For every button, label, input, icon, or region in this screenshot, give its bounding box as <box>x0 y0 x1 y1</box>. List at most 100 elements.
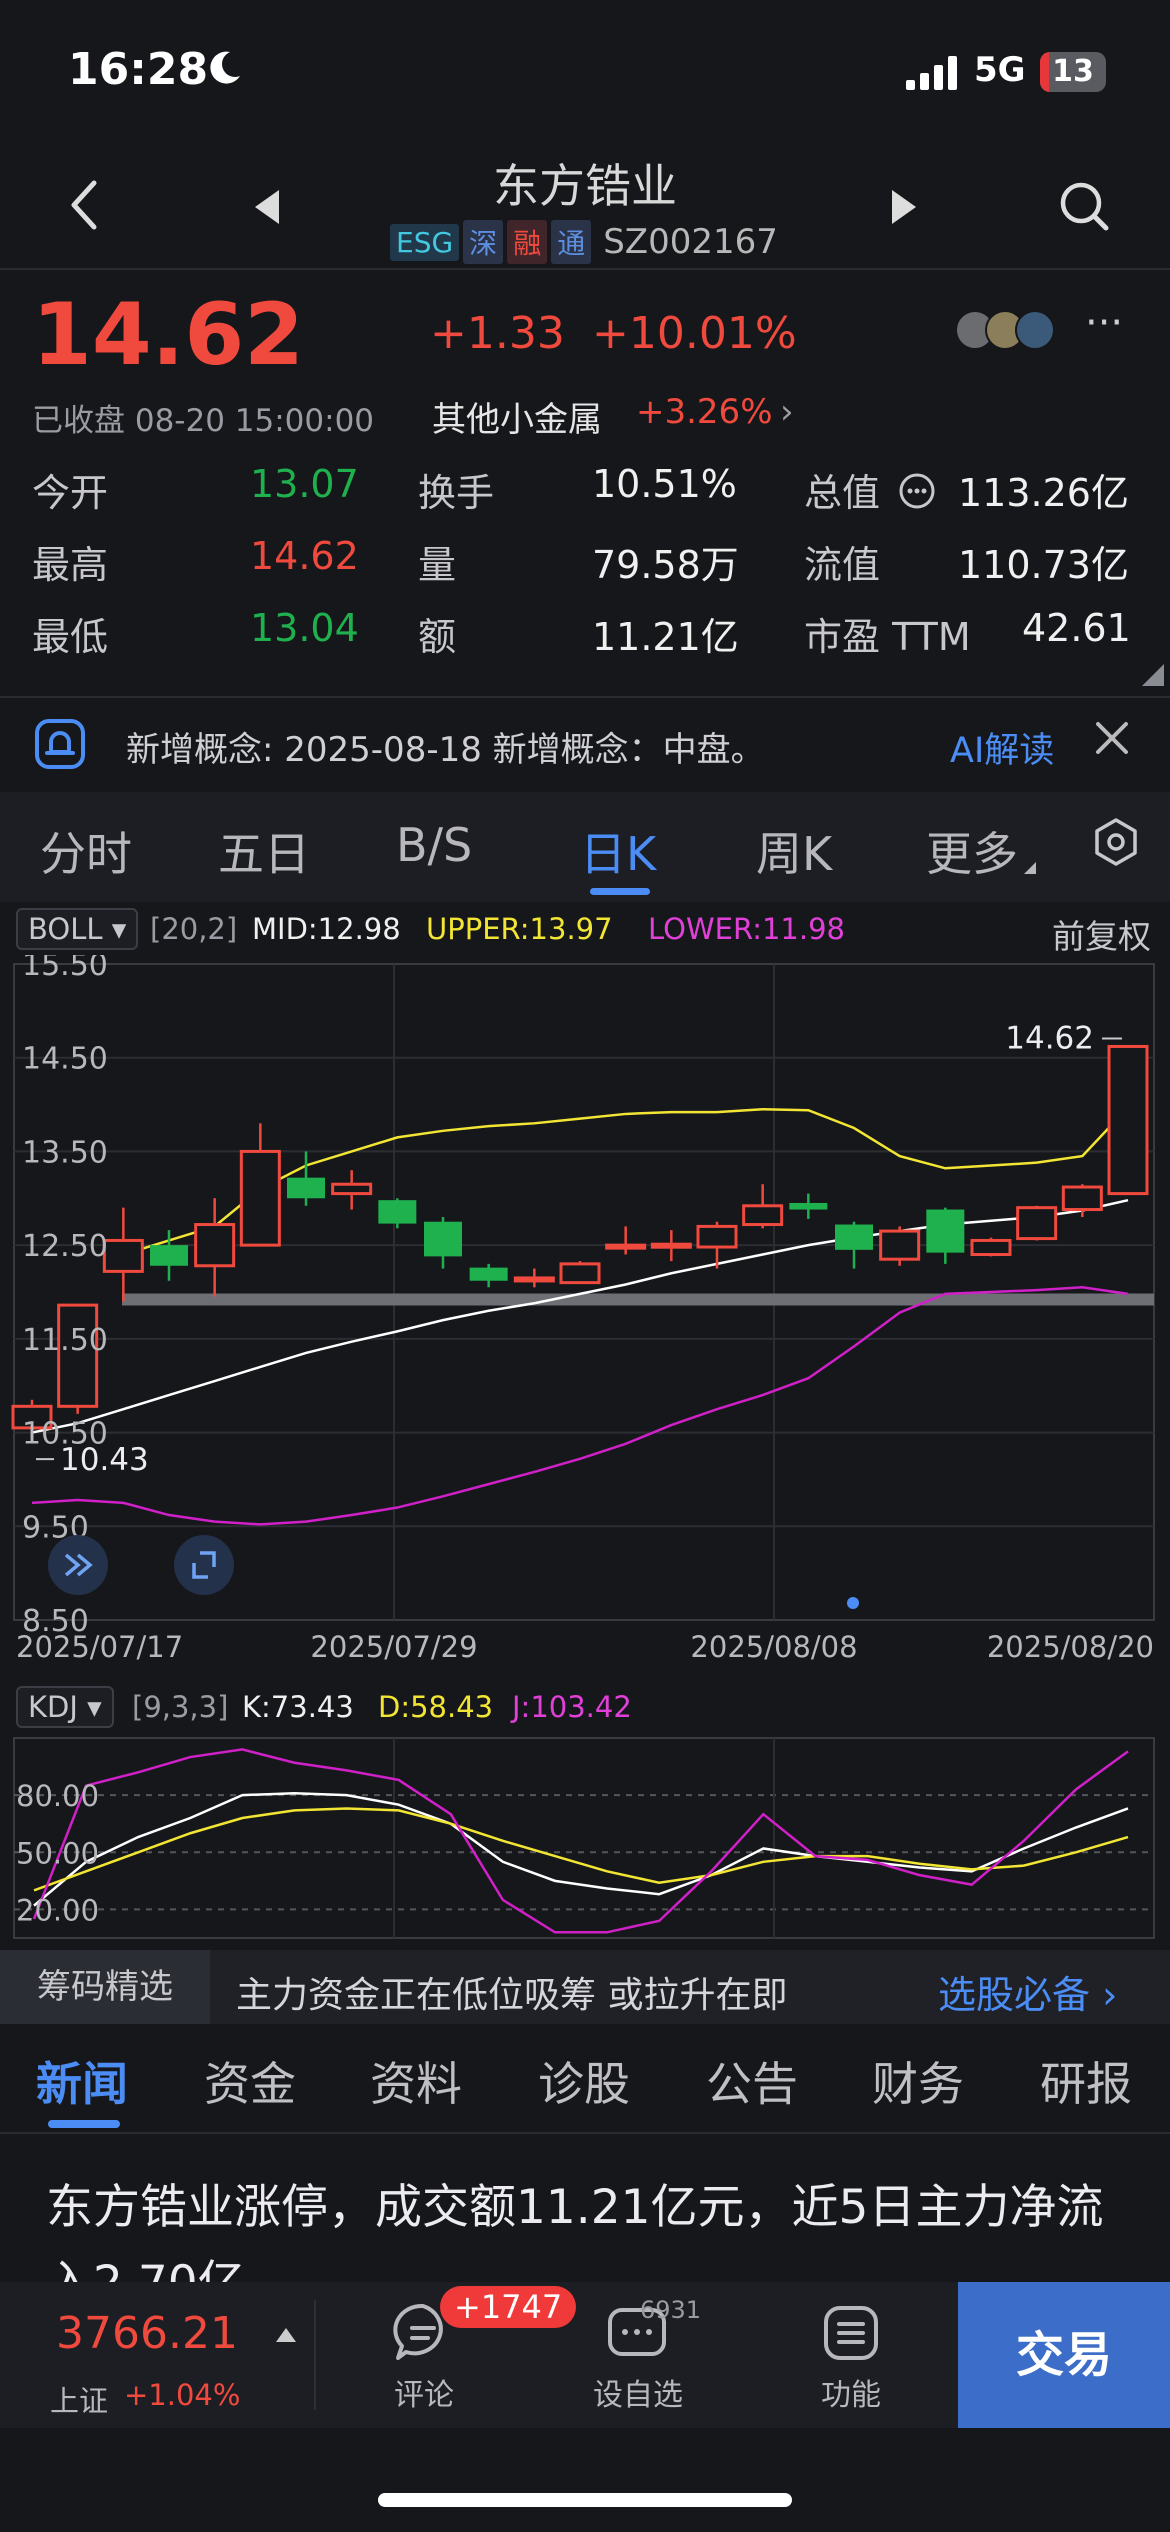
stock-tags: ESG 深 融 通 SZ002167 <box>390 220 778 264</box>
stat-label: 换手 <box>418 471 495 515</box>
news-tab-financials[interactable]: 财务 <box>872 2048 964 2114</box>
header-divider <box>0 268 1170 270</box>
kline-chart[interactable]: 15.5014.5013.5012.5011.5010.509.508.5014… <box>0 955 1170 1665</box>
last-price: 14.62 <box>32 285 305 385</box>
candle-body <box>1016 1206 1058 1241</box>
kdj-chart[interactable]: 80.00 50.00 20.00 <box>0 1730 1170 1940</box>
sector-pct[interactable]: +3.26% <box>636 392 773 432</box>
stat-market-cap: 113.26亿 <box>958 471 1129 515</box>
kdj-line-j <box>32 1748 1129 1934</box>
stat-turnover: 10.51% <box>592 462 737 506</box>
boll-mid: MID:12.98 <box>252 912 401 946</box>
more-icon[interactable]: ··· <box>1085 300 1123 346</box>
stat-low: 13.04 <box>250 606 359 650</box>
boll-params: [20,2] <box>150 912 238 946</box>
tag-tong[interactable]: 通 <box>551 220 592 264</box>
candle-body <box>331 1182 373 1196</box>
indicator-name: KDJ <box>28 1690 78 1724</box>
news-tab-funds[interactable]: 资金 <box>204 2048 296 2114</box>
candle-body <box>1061 1185 1103 1212</box>
toolbar-divider <box>314 2300 316 2410</box>
comment-label[interactable]: 评论 <box>364 2370 484 2414</box>
favorite-label[interactable]: 设自选 <box>578 2370 698 2414</box>
more-triangle-icon <box>1024 862 1036 874</box>
x-axis-label: 2025/07/17 <box>16 1630 183 1664</box>
stat-label: 量 <box>418 543 457 587</box>
candle-body <box>696 1224 738 1249</box>
signal-icon <box>906 56 957 90</box>
candle-body <box>239 1149 281 1247</box>
avatar <box>1015 310 1055 350</box>
news-tab-profile[interactable]: 资料 <box>370 2048 462 2114</box>
close-icon[interactable] <box>1094 720 1130 756</box>
news-tab-announcements[interactable]: 公告 <box>706 2048 798 2114</box>
battery-text: 13 <box>1052 54 1094 89</box>
candle-body <box>287 1177 325 1199</box>
news-tab-research[interactable]: 研报 <box>1040 2048 1132 2114</box>
settings-icon[interactable] <box>1092 818 1140 866</box>
sector-name[interactable]: 其他小金属 <box>432 392 602 441</box>
home-indicator[interactable] <box>378 2493 792 2507</box>
tab-daily-k[interactable]: 日K <box>580 818 656 884</box>
tab-five-day[interactable]: 五日 <box>218 818 310 884</box>
indicator-select-boll[interactable]: BOLL ▾ <box>16 908 139 950</box>
ai-read-button[interactable]: AI解读 <box>950 722 1054 773</box>
stat-float-cap: 110.73亿 <box>958 543 1129 587</box>
news-headline[interactable]: 东方锆业涨停，成交额11.21亿元，近5日主力净流入2.70亿 <box>46 2170 1136 2284</box>
y-tick-label: 12.50 <box>22 1229 108 1264</box>
active-news-tab-indicator <box>48 2120 120 2128</box>
x-axis-label: 2025/08/08 <box>690 1630 857 1664</box>
candle-body <box>559 1262 601 1285</box>
search-icon[interactable] <box>1058 180 1110 232</box>
news-tab-diagnosis[interactable]: 诊股 <box>538 2048 630 2114</box>
low-price-label: 10.43 <box>60 1442 149 1478</box>
candle-body <box>513 1276 555 1283</box>
kdj-params: [9,3,3] <box>132 1690 229 1724</box>
tab-intraday[interactable]: 分时 <box>40 818 132 884</box>
x-axis-label: 2025/08/20 <box>987 1630 1154 1664</box>
trade-button[interactable]: 交易 <box>958 2282 1170 2428</box>
battery-icon: 13 <box>1040 52 1106 92</box>
market-status: 已收盘 08-20 15:00:00 <box>32 403 375 439</box>
expand-corner-icon[interactable] <box>1142 664 1164 686</box>
candle-body <box>879 1229 921 1261</box>
news-divider <box>0 2132 1170 2134</box>
boll-lower: LOWER:11.98 <box>648 912 845 946</box>
tab-more[interactable]: 更多 <box>926 818 1018 884</box>
status-time: 16:28 <box>68 44 209 95</box>
news-tab-news[interactable]: 新闻 <box>36 2048 128 2114</box>
price-change: +1.33 <box>430 308 565 359</box>
high-price-label: 14.62 <box>1005 1020 1094 1056</box>
info-icon[interactable] <box>898 472 936 510</box>
tab-weekly-k[interactable]: 周K <box>756 818 832 884</box>
index-value[interactable]: 3766.21 <box>56 2308 238 2359</box>
candle-body <box>1107 1044 1149 1196</box>
kdj-j: J:103.42 <box>512 1690 632 1724</box>
boll-upper: UPPER:13.97 <box>426 912 613 946</box>
function-label[interactable]: 功能 <box>791 2370 911 2414</box>
candle-body <box>424 1221 462 1257</box>
kdj-y-tick-label: 50.00 <box>16 1836 99 1870</box>
chevron-right-icon[interactable]: › <box>780 392 794 432</box>
function-icon[interactable] <box>820 2302 882 2364</box>
candle-body <box>650 1242 692 1249</box>
tab-bs[interactable]: B/S <box>396 818 472 872</box>
promo-link[interactable]: 选股必备 › <box>938 1964 1117 2019</box>
stat-label: 最低 <box>32 615 109 659</box>
follower-avatars[interactable] <box>955 310 1055 350</box>
candle-body <box>742 1204 784 1227</box>
index-pct: +1.04% <box>124 2378 241 2412</box>
y-tick-label: 15.50 <box>22 955 108 983</box>
candle-body <box>926 1209 965 1253</box>
tag-rong[interactable]: 融 <box>507 220 548 264</box>
tag-shen[interactable]: 深 <box>463 220 504 264</box>
stat-volume: 79.58万 <box>592 543 739 587</box>
moon-icon <box>210 51 240 84</box>
stat-pe: 42.61 <box>1022 606 1131 650</box>
tag-esg[interactable]: ESG <box>390 223 460 261</box>
stat-label: 市盈 TTM <box>804 615 971 659</box>
kdj-k: K:73.43 <box>242 1690 354 1724</box>
adjust-mode[interactable]: 前复权 <box>1052 910 1151 958</box>
indicator-select-kdj[interactable]: KDJ ▾ <box>16 1686 114 1728</box>
next-stock-icon[interactable] <box>890 190 916 224</box>
